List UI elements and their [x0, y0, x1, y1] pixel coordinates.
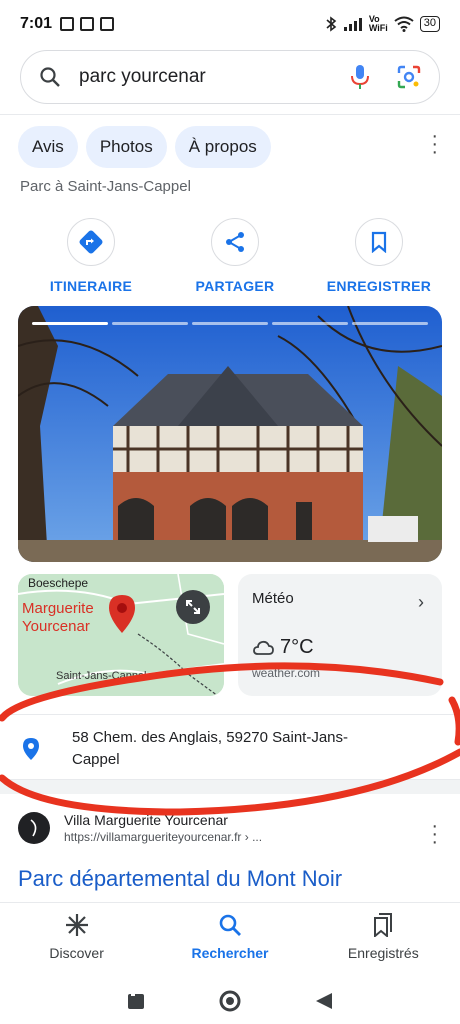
- result-more-icon[interactable]: · · ·: [431, 816, 438, 852]
- nav-discover-label: Discover: [49, 945, 104, 961]
- weather-source: weather.com: [252, 666, 321, 680]
- nfc-icon: [60, 17, 75, 31]
- status-bar: 7:01 Vo WiFi 30: [0, 0, 460, 48]
- back-icon[interactable]: [314, 991, 334, 1011]
- directions-circle: [67, 218, 115, 266]
- map-place-line1: Marguerite: [22, 600, 94, 617]
- result-url: https://villamargueriteyourcenar.fr › ..…: [64, 830, 263, 844]
- vowifi-label: Vo WiFi: [368, 14, 388, 33]
- directions-button[interactable]: ITINERAIRE: [36, 218, 146, 294]
- share-circle: [211, 218, 259, 266]
- map-expand-button[interactable]: [176, 590, 210, 624]
- nav-search[interactable]: Rechercher: [165, 913, 295, 978]
- photo-progress: [32, 322, 428, 325]
- nav-saved-label: Enregistrés: [347, 945, 419, 961]
- save-button[interactable]: ENREGISTRER: [324, 218, 434, 294]
- status-time: 7:01: [20, 15, 53, 32]
- search-icon: [40, 67, 60, 87]
- map-place-line2: Yourcenar: [22, 618, 90, 635]
- save-label: ENREGISTRER: [326, 278, 432, 294]
- place-type: Parc à Saint-Jans-Cappel: [20, 178, 191, 195]
- sim-icon: [80, 17, 95, 31]
- expand-icon: [186, 600, 200, 614]
- map-bottom-label: Saint-Jans-Cappel: [56, 670, 147, 682]
- location-pin-icon: [23, 738, 39, 760]
- share-button[interactable]: PARTAGER: [180, 218, 290, 294]
- bottom-navigation: Discover Rechercher Enregistrés: [0, 902, 460, 978]
- share-label: PARTAGER: [195, 278, 275, 294]
- map-place-label: Marguerite Yourcenar: [22, 600, 94, 636]
- bluetooth-icon: [326, 16, 337, 32]
- saved-collections-icon: [374, 913, 393, 937]
- result-site-name: Villa Marguerite Yourcenar: [64, 812, 228, 828]
- weather-card[interactable]: Météo › 7°C weather.com: [238, 574, 442, 696]
- battery-indicator: 30: [419, 16, 440, 32]
- villa-photo-image: [18, 306, 442, 562]
- header-divider: [0, 114, 460, 115]
- chevron-right-icon: ›: [418, 592, 424, 612]
- weather-temperature: 7°C: [252, 636, 314, 659]
- action-buttons: ITINERAIRE PARTAGER ENREGISTRER: [0, 218, 460, 294]
- section-separator: [0, 780, 460, 794]
- address-line1: 58 Chem. des Anglais, 59270 Saint-Jans-: [72, 729, 348, 746]
- search-input[interactable]: parc yourcenar: [79, 66, 349, 88]
- directions-label: ITINERAIRE: [49, 278, 133, 294]
- weather-title: Météo: [252, 590, 294, 607]
- address-line2: Cappel: [72, 751, 120, 768]
- search-icon: [219, 914, 241, 936]
- search-result[interactable]: Villa Marguerite Yourcenar https://villa…: [18, 812, 442, 852]
- map-town-label: Boeschepe: [28, 576, 89, 590]
- place-photo[interactable]: [18, 306, 442, 562]
- microphone-icon[interactable]: [349, 64, 371, 90]
- directions-icon: [79, 230, 103, 254]
- upload-icon: [100, 17, 115, 31]
- search-bar[interactable]: parc yourcenar: [20, 50, 440, 104]
- nav-saved[interactable]: Enregistrés: [318, 913, 448, 978]
- share-icon: [226, 232, 244, 252]
- nav-discover[interactable]: Discover: [12, 913, 142, 978]
- address-row[interactable]: 58 Chem. des Anglais, 59270 Saint-Jans- …: [0, 714, 460, 780]
- filter-chips: Avis Photos À propos: [18, 126, 271, 168]
- save-circle: [355, 218, 403, 266]
- map-card[interactable]: Boeschepe Marguerite Yourcenar Saint-Jans…: [18, 574, 224, 696]
- nav-search-label: Rechercher: [191, 945, 269, 961]
- address-text: 58 Chem. des Anglais, 59270 Saint-Jans- …: [72, 727, 348, 771]
- weather-temp-value: 7°C: [280, 636, 314, 658]
- status-right: Vo WiFi 30: [325, 15, 440, 33]
- signal-icon: [343, 18, 362, 31]
- favicon-icon: [30, 819, 37, 837]
- bookmark-icon: [371, 231, 387, 253]
- lens-camera-icon[interactable]: [397, 65, 421, 89]
- asterisk-icon: [65, 914, 88, 936]
- recent-apps-icon[interactable]: [126, 991, 146, 1011]
- more-options-icon[interactable]: · · ·: [431, 126, 438, 162]
- result-title-link[interactable]: Parc départemental du Mont Noir: [18, 866, 342, 892]
- home-icon[interactable]: [218, 989, 242, 1013]
- cloud-icon: [253, 640, 274, 655]
- result-meta: Villa Marguerite Yourcenar https://villa…: [64, 812, 262, 844]
- notification-icons: [60, 17, 115, 31]
- wifi-icon: [394, 16, 414, 32]
- site-favicon: [18, 812, 50, 844]
- chip-photos[interactable]: Photos: [85, 126, 167, 168]
- map-pin-icon: [109, 595, 135, 633]
- chip-about[interactable]: À propos: [174, 126, 271, 168]
- system-navigation: [0, 978, 460, 1024]
- chip-reviews[interactable]: Avis: [18, 126, 78, 168]
